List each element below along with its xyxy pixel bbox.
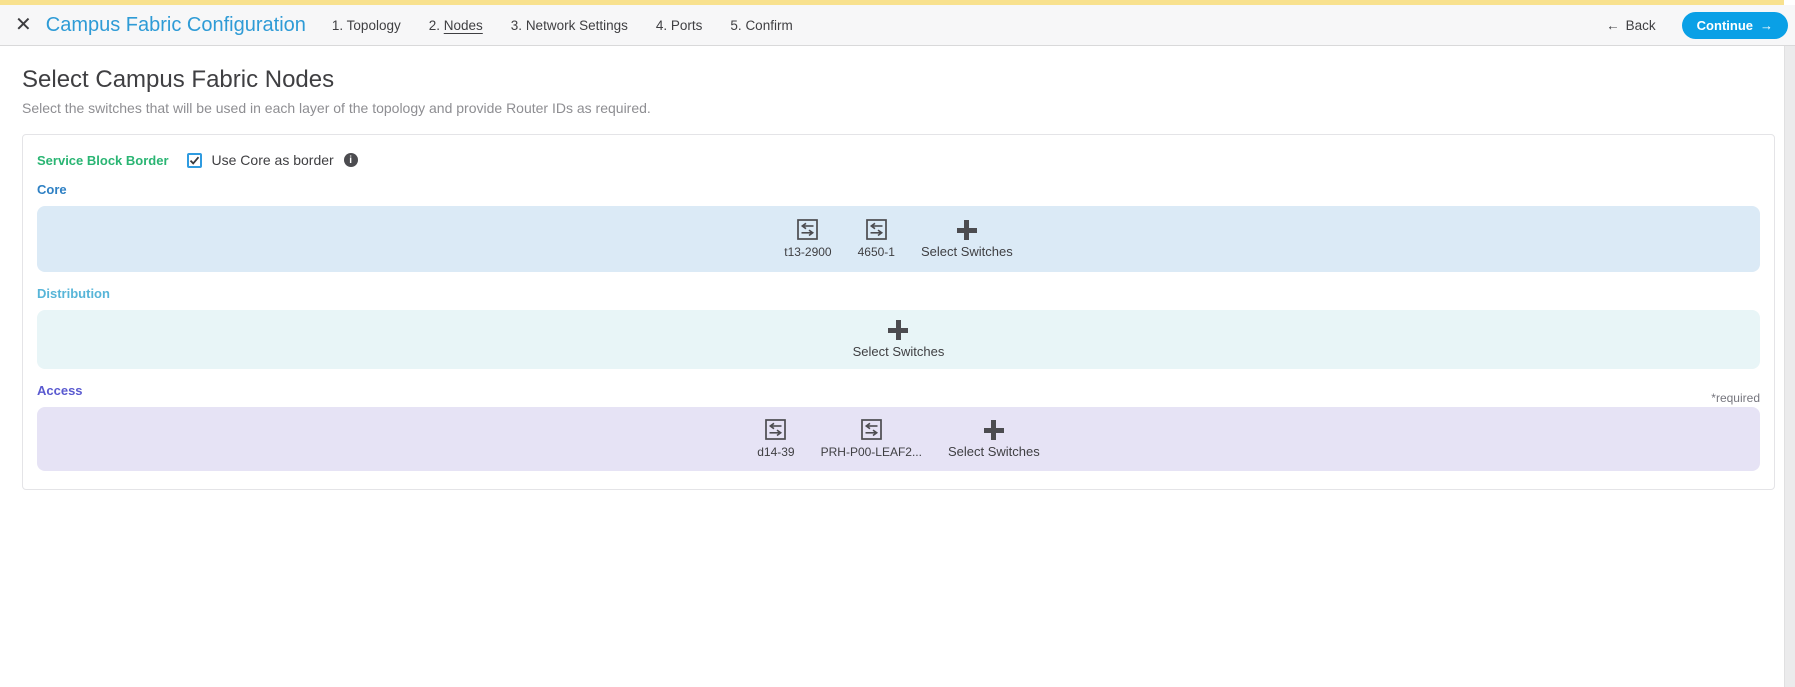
switch-name: 4650-1 — [857, 245, 895, 259]
step-ports[interactable]: 4. Ports — [656, 18, 703, 33]
fabric-nodes-card: Service Block Border Use Core as border … — [22, 134, 1775, 490]
step-nodes[interactable]: 2. Nodes — [429, 18, 483, 33]
back-button[interactable]: ← Back — [1606, 18, 1656, 33]
switch-icon — [860, 419, 882, 440]
switch-name: t13-2900 — [784, 245, 832, 259]
plus-icon — [888, 320, 909, 340]
access-header-row: Access *required — [37, 369, 1760, 407]
switch-icon — [797, 219, 819, 240]
service-block-border-row: Service Block Border Use Core as border … — [37, 152, 1760, 168]
switch-node[interactable]: 4650-1 — [858, 219, 895, 259]
distribution-band: Select Switches — [37, 310, 1760, 369]
switch-node[interactable]: PRH-P00-LEAF2... — [821, 419, 922, 459]
switch-node[interactable]: t13-2900 — [784, 219, 832, 259]
select-switches-label: Select Switches — [947, 444, 1040, 459]
continue-arrow-icon: → — [1760, 17, 1773, 33]
access-band-content: d14-39 PRH-P00-LEAF2... Select Switches — [757, 419, 1040, 459]
step-label: Confirm — [745, 17, 793, 33]
step-prefix: 1. — [331, 17, 344, 33]
use-core-as-border-checkbox[interactable] — [186, 152, 202, 168]
select-switches-label: Select Switches — [920, 244, 1013, 259]
service-block-border-label: Service Block Border — [37, 152, 169, 168]
continue-label: Continue — [1696, 17, 1753, 33]
page-subtitle: Select the switches that will be used in… — [22, 100, 651, 116]
select-switches-label: Select Switches — [852, 344, 945, 359]
step-network-settings[interactable]: 3. Network Settings — [511, 18, 628, 33]
switch-name: PRH-P00-LEAF2... — [820, 445, 922, 459]
info-icon[interactable]: i — [343, 153, 358, 167]
step-prefix: 2. — [428, 17, 440, 33]
back-label: Back — [1625, 17, 1656, 33]
core-select-switches-button[interactable]: Select Switches — [921, 220, 1013, 259]
wizard-title: Campus Fabric Configuration — [45, 13, 306, 36]
wizard-steps: 1. Topology 2. Nodes 3. Network Settings… — [332, 18, 793, 33]
continue-button[interactable]: Continue → — [1681, 11, 1788, 39]
switch-icon — [765, 419, 787, 440]
access-band: d14-39 PRH-P00-LEAF2... Select Switches — [37, 407, 1760, 471]
step-label: Network Settings — [525, 17, 628, 33]
core-band: t13-2900 4650-1 Select Switches — [37, 206, 1760, 272]
vertical-scrollbar[interactable] — [1784, 46, 1795, 687]
access-layer-label: Access — [37, 383, 83, 398]
back-arrow-icon: ← — [1606, 17, 1620, 33]
step-topology[interactable]: 1. Topology — [332, 18, 401, 33]
core-band-content: t13-2900 4650-1 Select Switches — [784, 219, 1013, 259]
core-layer-label: Core — [37, 182, 67, 197]
step-confirm[interactable]: 5. Confirm — [730, 18, 792, 33]
checkmark-icon — [189, 156, 199, 165]
switch-name: d14-39 — [757, 445, 795, 459]
plus-icon — [983, 420, 1004, 440]
step-prefix: 4. — [655, 17, 668, 33]
plus-icon — [956, 220, 977, 240]
switch-icon — [865, 219, 887, 240]
step-label: Topology — [346, 17, 401, 33]
use-core-as-border-label: Use Core as border — [211, 152, 334, 168]
distribution-select-switches-button[interactable]: Select Switches — [852, 320, 945, 359]
step-label-active: Nodes — [443, 17, 483, 33]
step-prefix: 3. — [510, 17, 523, 33]
wizard-header: ✕ Campus Fabric Configuration 1. Topolog… — [0, 5, 1795, 46]
access-select-switches-button[interactable]: Select Switches — [948, 420, 1040, 459]
required-note: *required — [1711, 391, 1760, 405]
step-label: Ports — [670, 17, 703, 33]
step-prefix: 5. — [730, 17, 742, 33]
distribution-layer-label: Distribution — [37, 286, 110, 301]
close-icon[interactable]: ✕ — [15, 15, 32, 35]
header-actions: ← Back Continue → — [1606, 11, 1788, 39]
page-title: Select Campus Fabric Nodes — [22, 66, 335, 93]
distribution-band-content: Select Switches — [852, 320, 945, 359]
switch-node[interactable]: d14-39 — [757, 419, 795, 459]
main-content: Select Campus Fabric Nodes Select the sw… — [0, 66, 1795, 490]
